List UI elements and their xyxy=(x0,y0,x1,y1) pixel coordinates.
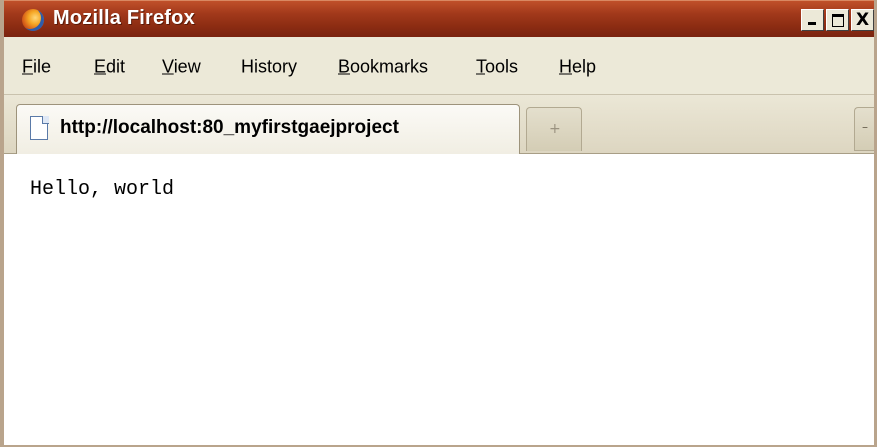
firefox-icon[interactable] xyxy=(22,9,44,31)
menu-bar: File Edit View History Bookmarks Tools H… xyxy=(4,37,874,95)
title-bar[interactable]: Mozilla Firefox X xyxy=(4,0,874,37)
maximize-button[interactable] xyxy=(826,9,849,31)
menu-edit[interactable]: Edit xyxy=(94,57,125,78)
page-icon-fold xyxy=(42,116,49,124)
window-controls: X xyxy=(801,9,874,31)
close-button[interactable]: X xyxy=(851,9,874,31)
menu-history[interactable]: History xyxy=(241,57,297,78)
tab-bar: http://localhost:80_myfirstgaejproject +… xyxy=(4,95,874,154)
menu-view[interactable]: View xyxy=(162,57,201,78)
tab-localhost[interactable]: http://localhost:80_myfirstgaejproject xyxy=(16,104,520,154)
minimize-button[interactable] xyxy=(801,9,824,31)
tab-label: http://localhost:80_myfirstgaejproject xyxy=(60,117,399,138)
page-body-text: Hello, world xyxy=(30,178,175,201)
page-content: Hello, world xyxy=(4,154,874,445)
menu-tools[interactable]: Tools xyxy=(476,57,518,78)
menu-help[interactable]: Help xyxy=(559,57,596,78)
tab-scroll-button[interactable]: – xyxy=(854,107,874,151)
browser-window: Mozilla Firefox X File Edit View History… xyxy=(0,0,877,447)
menu-file[interactable]: File xyxy=(22,57,51,78)
new-tab-button[interactable]: + xyxy=(526,107,582,151)
window-title: Mozilla Firefox xyxy=(53,7,195,29)
plus-icon: + xyxy=(549,121,561,137)
menu-bookmarks[interactable]: Bookmarks xyxy=(338,57,428,78)
tab-scroll-icon: – xyxy=(862,120,868,134)
